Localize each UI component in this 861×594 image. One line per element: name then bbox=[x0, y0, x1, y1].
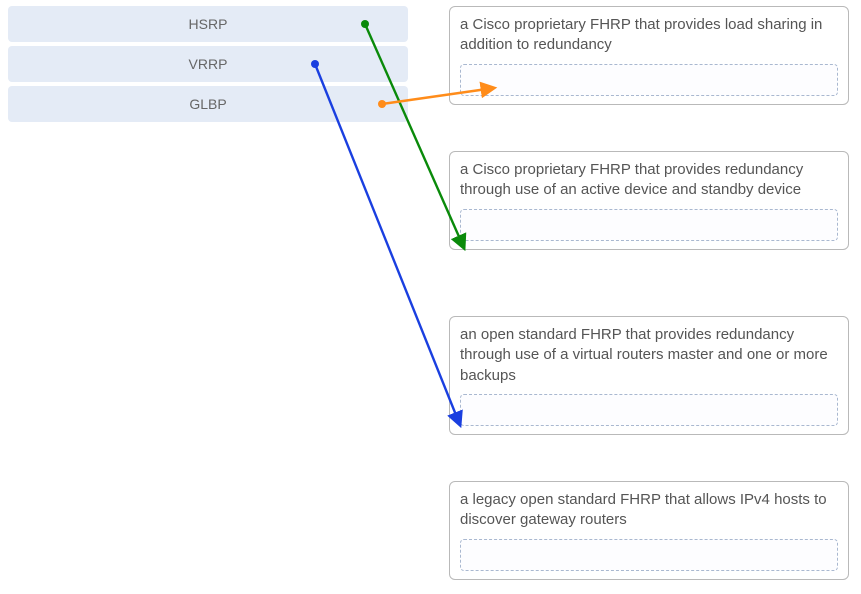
drop-slot[interactable] bbox=[460, 64, 838, 96]
right-box-0: a Cisco proprietary FHRP that provides l… bbox=[449, 6, 849, 105]
right-desc: a Cisco proprietary FHRP that provides r… bbox=[460, 160, 838, 201]
left-item-hsrp[interactable]: HSRP bbox=[8, 6, 408, 42]
drop-slot[interactable] bbox=[460, 539, 838, 571]
right-desc: an open standard FHRP that provides redu… bbox=[460, 325, 838, 386]
left-item-label: VRRP bbox=[189, 56, 228, 72]
left-item-vrrp[interactable]: VRRP bbox=[8, 46, 408, 82]
left-item-glbp[interactable]: GLBP bbox=[8, 86, 408, 122]
right-box-1: a Cisco proprietary FHRP that provides r… bbox=[449, 151, 849, 250]
left-item-label: GLBP bbox=[189, 96, 226, 112]
right-box-2: an open standard FHRP that provides redu… bbox=[449, 316, 849, 435]
left-item-label: HSRP bbox=[189, 16, 228, 32]
right-desc: a legacy open standard FHRP that allows … bbox=[460, 490, 838, 531]
drop-slot[interactable] bbox=[460, 394, 838, 426]
matching-diagram: { "left_items": [ { "label": "HSRP" }, {… bbox=[0, 0, 861, 594]
right-box-3: a legacy open standard FHRP that allows … bbox=[449, 481, 849, 580]
right-desc: a Cisco proprietary FHRP that provides l… bbox=[460, 15, 838, 56]
drop-slot[interactable] bbox=[460, 209, 838, 241]
